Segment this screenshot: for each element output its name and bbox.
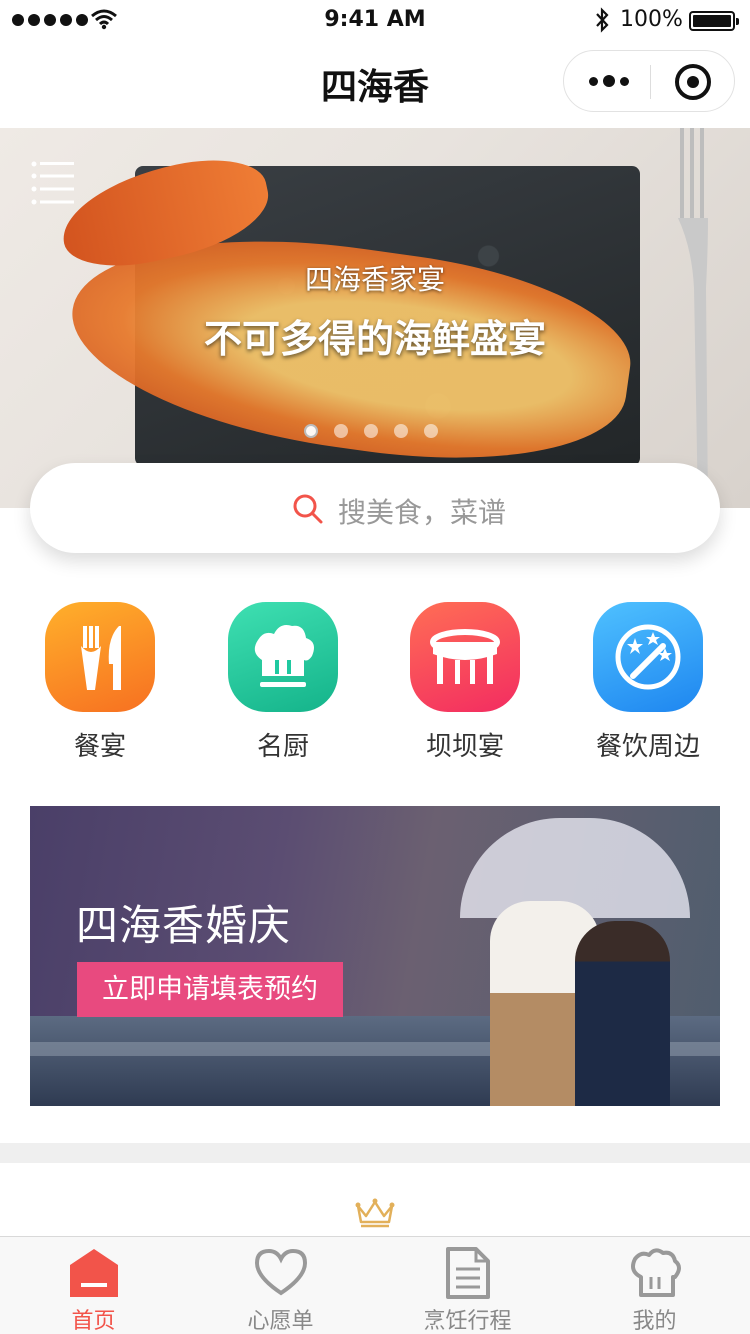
menu-icon[interactable] bbox=[30, 160, 76, 206]
category-chef[interactable]: 名厨 bbox=[223, 602, 343, 762]
carousel-dot[interactable] bbox=[424, 424, 438, 438]
hero-title: 不可多得的海鲜盛宴 bbox=[203, 317, 546, 361]
category-outdoor-banquet[interactable]: 坝坝宴 bbox=[405, 602, 525, 762]
navigation-bar: 四海香 bbox=[0, 40, 750, 128]
carousel-dot[interactable] bbox=[364, 424, 378, 438]
home-icon bbox=[70, 1249, 118, 1297]
table-icon bbox=[410, 602, 520, 712]
category-grid: 餐宴 名厨 坝坝宴 餐饮周边 bbox=[0, 602, 750, 762]
category-label: 坝坝宴 bbox=[425, 732, 504, 762]
carousel-dot[interactable] bbox=[304, 424, 318, 438]
search-bar[interactable]: 搜美食，菜谱 bbox=[30, 463, 720, 553]
chef-hat-icon bbox=[631, 1248, 681, 1297]
carousel-dot[interactable] bbox=[334, 424, 348, 438]
section-divider bbox=[0, 1143, 750, 1163]
category-dining-extras[interactable]: 餐饮周边 bbox=[588, 602, 708, 762]
search-placeholder: 搜美食，菜谱 bbox=[338, 496, 507, 529]
carousel-indicator[interactable] bbox=[304, 424, 438, 438]
tab-label: 烹饪行程 bbox=[423, 1309, 512, 1334]
bluetooth-icon bbox=[596, 7, 609, 33]
heart-icon bbox=[254, 1248, 308, 1296]
category-label: 名厨 bbox=[256, 732, 309, 762]
document-icon bbox=[446, 1247, 490, 1299]
stars-wand-icon bbox=[593, 602, 703, 712]
fork-knife-icon bbox=[45, 602, 155, 712]
tab-label: 首页 bbox=[71, 1309, 116, 1334]
miniprogram-capsule bbox=[563, 50, 735, 112]
status-bar: 9:41 AM 100% bbox=[0, 0, 750, 40]
category-banquet[interactable]: 餐宴 bbox=[40, 602, 160, 762]
wedding-banner[interactable]: 四海香婚庆 立即申请填表预约 bbox=[30, 806, 720, 1106]
carousel-dot[interactable] bbox=[394, 424, 408, 438]
more-options-icon[interactable] bbox=[589, 69, 629, 93]
tab-me[interactable]: 我的 bbox=[561, 1237, 748, 1334]
chef-hat-icon bbox=[228, 602, 338, 712]
tab-cooking-schedule[interactable]: 烹饪行程 bbox=[374, 1237, 561, 1334]
tab-wishlist[interactable]: 心愿单 bbox=[187, 1237, 374, 1334]
battery-percentage: 100% bbox=[620, 7, 683, 32]
close-miniprogram-icon[interactable] bbox=[675, 64, 711, 100]
category-label: 餐宴 bbox=[73, 732, 126, 762]
tab-label: 心愿单 bbox=[247, 1309, 314, 1334]
capsule-divider bbox=[650, 65, 651, 99]
hero-banner[interactable]: 四海香家宴 不可多得的海鲜盛宴 bbox=[0, 128, 750, 508]
battery-icon bbox=[689, 11, 739, 31]
tab-label: 我的 bbox=[632, 1309, 677, 1334]
crown-icon bbox=[355, 1198, 395, 1228]
apply-reservation-button[interactable]: 立即申请填表预约 bbox=[77, 962, 343, 1017]
tab-bar: 首页 心愿单 烹饪行程 我的 bbox=[0, 1236, 750, 1334]
search-icon bbox=[293, 494, 323, 524]
tab-home[interactable]: 首页 bbox=[0, 1237, 187, 1334]
category-label: 餐饮周边 bbox=[595, 732, 700, 762]
hero-subtitle: 四海香家宴 bbox=[304, 263, 445, 296]
wedding-headline: 四海香婚庆 bbox=[76, 901, 292, 950]
banner-photo-bride bbox=[575, 921, 670, 1106]
